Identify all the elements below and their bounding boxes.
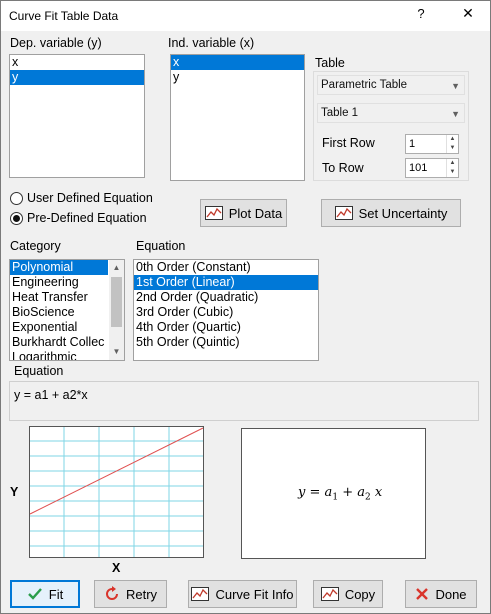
category-item-logarithmic[interactable]: Logarithmic [10, 350, 108, 360]
retry-button[interactable]: Retry [94, 580, 167, 608]
fit-button[interactable]: Fit [10, 580, 80, 608]
first-row-stepper[interactable]: 1 ▲ ▼ [405, 134, 459, 154]
category-label: Category [10, 239, 61, 253]
formula-preview: y = a1 + a2 x [241, 428, 426, 559]
formula-eq: = [309, 485, 321, 500]
pre-defined-radio[interactable] [10, 212, 23, 225]
equation-item-4th[interactable]: 4th Order (Quartic) [134, 320, 318, 335]
chevron-down-icon: ▼ [451, 81, 460, 91]
equation-list-label: Equation [136, 239, 186, 253]
plot-data-label: Plot Data [228, 205, 283, 221]
table-name-value: Table 1 [321, 107, 359, 119]
retry-icon [106, 586, 118, 600]
curve-fit-dialog: Curve Fit Table Data ? ✕ Dep. variable (… [0, 0, 491, 614]
to-row-stepper[interactable]: 101 ▲ ▼ [405, 158, 459, 178]
first-row-label: First Row [322, 136, 375, 150]
curve-fit-info-label: Curve Fit Info [215, 586, 294, 602]
first-row-value: 1 [409, 138, 416, 150]
category-list[interactable]: Polynomial Engineering Heat Transfer Bio… [9, 259, 125, 361]
help-button[interactable]: ? [413, 6, 429, 21]
ind-variable-item-y[interactable]: y [171, 70, 304, 85]
formula-y: y [298, 485, 306, 500]
scroll-up-icon[interactable]: ▲ [109, 261, 124, 275]
set-uncertainty-button[interactable]: Set Uncertainty [321, 199, 461, 227]
chart-icon [191, 587, 210, 601]
spin-down-icon[interactable]: ▼ [447, 144, 458, 153]
table-group-label: Table [315, 56, 345, 70]
category-item-engineering[interactable]: Engineering [10, 275, 108, 290]
to-row-value: 101 [409, 162, 428, 174]
formula-text: y = a1 + a2 x [298, 485, 382, 503]
formula-sub2: 2 [365, 492, 371, 503]
equation-item-3rd[interactable]: 3rd Order (Cubic) [134, 305, 318, 320]
plot-x-axis-label: X [112, 561, 121, 575]
fit-label: Fit [48, 586, 64, 602]
spin-down-icon[interactable]: ▼ [447, 168, 458, 177]
category-item-polynomial[interactable]: Polynomial [10, 260, 108, 275]
checkmark-icon [27, 588, 42, 600]
formula-sub1: 1 [332, 492, 339, 503]
spin-up-icon[interactable]: ▲ [447, 135, 458, 144]
ind-variable-item-x[interactable]: x [171, 55, 304, 70]
chevron-down-icon: ▼ [451, 109, 460, 119]
pre-defined-label[interactable]: Pre-Defined Equation [27, 211, 147, 225]
category-item-bioscience[interactable]: BioScience [10, 305, 108, 320]
scroll-thumb[interactable] [111, 277, 122, 327]
equation-list[interactable]: 0th Order (Constant) 1st Order (Linear) … [133, 259, 319, 361]
copy-label: Copy [344, 586, 376, 602]
equation-item-5th[interactable]: 5th Order (Quintic) [134, 335, 318, 350]
curve-fit-info-button[interactable]: Curve Fit Info [188, 580, 297, 608]
to-row-spin-buttons[interactable]: ▲ ▼ [446, 159, 458, 177]
window-title: Curve Fit Table Data [9, 9, 119, 23]
equation-item-1st[interactable]: 1st Order (Linear) [134, 275, 318, 290]
preview-plot [29, 426, 204, 558]
close-x-icon [416, 588, 429, 600]
equation-display-label: Equation [14, 364, 64, 378]
category-item-burkhardt[interactable]: Burkhardt Collec [10, 335, 108, 350]
done-label: Done [435, 586, 467, 602]
first-row-spin-buttons[interactable]: ▲ ▼ [446, 135, 458, 153]
user-defined-radio[interactable] [10, 192, 23, 205]
equation-item-0th[interactable]: 0th Order (Constant) [134, 260, 318, 275]
chart-icon [204, 206, 223, 220]
formula-x: x [374, 485, 383, 500]
category-item-heat-transfer[interactable]: Heat Transfer [10, 290, 108, 305]
plot-data-button[interactable]: Plot Data [200, 199, 287, 227]
ind-variable-label: Ind. variable (x) [168, 36, 255, 50]
category-item-exponential[interactable]: Exponential [10, 320, 108, 335]
title-bar: Curve Fit Table Data ? ✕ [1, 1, 490, 31]
category-scrollbar[interactable]: ▲ ▼ [109, 260, 124, 360]
ind-variable-list[interactable]: x y [170, 54, 305, 181]
retry-label: Retry [125, 586, 158, 602]
formula-plus: + [342, 485, 354, 500]
user-defined-label[interactable]: User Defined Equation [27, 191, 153, 205]
dep-variable-item-y[interactable]: y [10, 70, 144, 85]
spin-up-icon[interactable]: ▲ [447, 159, 458, 168]
dep-variable-label: Dep. variable (y) [10, 36, 102, 50]
done-button[interactable]: Done [405, 580, 477, 608]
equation-item-2nd[interactable]: 2nd Order (Quadratic) [134, 290, 318, 305]
chart-icon [334, 206, 353, 220]
to-row-label: To Row [322, 161, 364, 175]
formula-a2: a [357, 485, 365, 500]
close-button[interactable]: ✕ [458, 5, 478, 25]
plot-y-axis-label: Y [10, 485, 19, 499]
scroll-down-icon[interactable]: ▼ [109, 345, 124, 359]
chart-icon [320, 587, 339, 601]
table-type-value: Parametric Table [321, 79, 408, 91]
copy-button[interactable]: Copy [313, 580, 383, 608]
set-uncertainty-label: Set Uncertainty [358, 205, 448, 221]
equation-display-text: y = a1 + a2*x [14, 388, 88, 402]
table-type-select[interactable]: Parametric Table ▼ [317, 75, 465, 95]
table-name-select[interactable]: Table 1 ▼ [317, 103, 465, 123]
dep-variable-list[interactable]: x y [9, 54, 145, 178]
dep-variable-item-x[interactable]: x [10, 55, 144, 70]
